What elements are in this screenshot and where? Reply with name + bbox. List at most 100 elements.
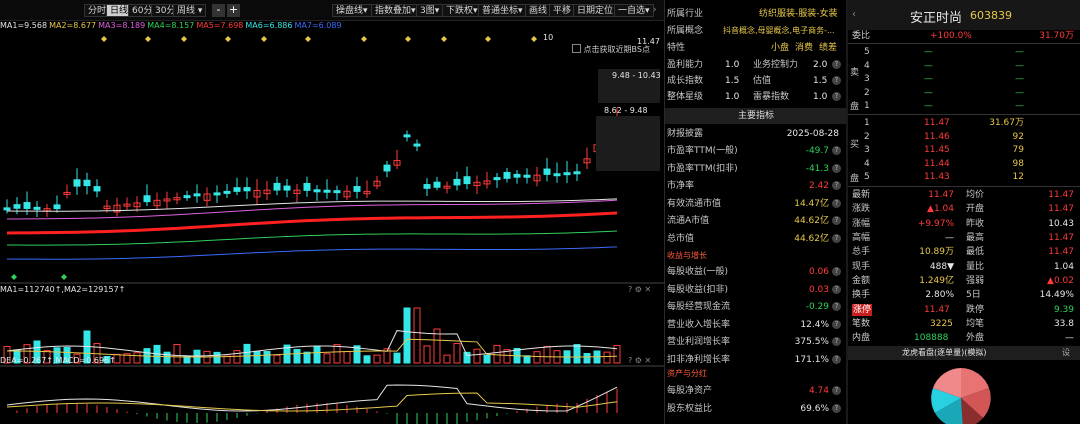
ma-legend-item: MA3=8.189: [98, 21, 146, 30]
candle-body: [423, 184, 431, 189]
volume-bar: [373, 354, 381, 364]
help-icon[interactable]: ?: [832, 302, 841, 312]
concept-value[interactable]: 抖音概念,母婴概念,电子商务-...: [723, 24, 835, 38]
signal-diamond: [531, 36, 537, 42]
tool-adjust-rights[interactable]: 下跌权▾: [442, 4, 482, 17]
candle-body: [523, 174, 531, 178]
main-metrics-header[interactable]: 主要指标: [665, 108, 847, 124]
orderbook-level[interactable]: 3 — —: [864, 72, 1076, 86]
tool-draw-line[interactable]: 画线: [525, 4, 552, 17]
metric-value: 69.6%: [800, 403, 829, 414]
kline-chart-area[interactable]: [0, 33, 664, 424]
tool-coordinate[interactable]: 普通坐标▾: [478, 4, 527, 17]
help-icon[interactable]: ?: [832, 60, 841, 69]
help-icon[interactable]: ?: [832, 337, 841, 347]
metric-row[interactable]: 扣非净利增长率 171.1%?: [667, 353, 845, 367]
help-icon[interactable]: ?: [832, 163, 841, 173]
orderbook-level[interactable]: 5 — —: [864, 45, 1076, 59]
tool-date-locate[interactable]: 日期定位: [573, 4, 618, 17]
period-tab-weekly[interactable]: 周线 ▾: [173, 4, 207, 17]
signal-diamond: [11, 274, 17, 280]
macd-pane-controls[interactable]: ? ⚙ ✕: [628, 356, 651, 365]
bs-hint[interactable]: 点击获取近期BS点: [572, 44, 650, 55]
orderbook-level[interactable]: 1 11.47 31.67万: [864, 116, 1076, 130]
orderbook-level[interactable]: 3 11.45 79: [864, 143, 1076, 157]
gear-icon[interactable]: ⚙: [635, 356, 642, 365]
metric-row[interactable]: 每股净资产 4.74?: [667, 384, 845, 398]
metric-label: 营业收入增长率: [667, 319, 731, 330]
tool-trader-line[interactable]: 操盘线▾: [332, 4, 372, 17]
zoom-out-button[interactable]: -: [212, 4, 225, 17]
score-value: 1.0: [813, 92, 828, 102]
help-icon[interactable]: ?: [832, 92, 841, 101]
stat-label: 最高: [966, 232, 985, 243]
chevron-left-icon[interactable]: ‹: [852, 9, 856, 20]
volume-bar: [223, 355, 231, 364]
report-label: 财报披露: [667, 129, 704, 139]
scroll-right-icon[interactable]: ›: [653, 5, 657, 15]
help-icon[interactable]: ?: [832, 76, 841, 85]
level-price: —: [924, 47, 933, 57]
stat-label: 总手: [852, 247, 871, 258]
dragon-settings[interactable]: 设: [1062, 347, 1070, 358]
limit-down-value: 9.39: [1053, 305, 1074, 315]
orderbook-level[interactable]: 1 — —: [864, 99, 1076, 113]
close-icon[interactable]: ✕: [645, 285, 652, 294]
help-icon[interactable]: ?: [832, 386, 841, 395]
help-icon[interactable]: ?: [832, 146, 841, 155]
metric-row[interactable]: 营业利润增长率 375.5%?: [667, 335, 845, 349]
close-icon[interactable]: ✕: [645, 356, 652, 365]
dragon-header[interactable]: 龙虎看盘(逐单量)(模拟) 设: [848, 346, 1080, 360]
volume-bar: [293, 348, 301, 364]
tool-three-charts[interactable]: 3图▾: [416, 4, 444, 17]
order-flow-pie: [931, 368, 991, 424]
help-icon[interactable]: ?: [832, 216, 841, 226]
metric-value: 44.62亿: [794, 216, 829, 227]
quote-header: ‹ 安正时尚 603839: [848, 0, 1080, 30]
volume-bar: [303, 351, 311, 364]
stat-value: 2.80%: [925, 290, 954, 301]
help-icon[interactable]: ?: [832, 267, 841, 276]
help-icon[interactable]: ?: [832, 355, 841, 364]
score-label: 整体星级: [667, 92, 704, 102]
metric-row[interactable]: 股东权益比 69.6%?: [667, 402, 845, 416]
volume-bar: [343, 351, 351, 364]
orderbook-level[interactable]: 4 11.44 98: [864, 157, 1076, 171]
metric-row[interactable]: 市净率 2.42?: [667, 179, 845, 193]
help-icon[interactable]: ?: [832, 234, 841, 243]
industry-value[interactable]: 纺织服装-服装-女装: [759, 7, 838, 21]
orderbook-level[interactable]: 5 11.43 12: [864, 170, 1076, 184]
metric-label: 市盈率TTM(一般): [667, 146, 738, 156]
volume-bar: [483, 354, 491, 364]
orderbook-level[interactable]: 4 — —: [864, 59, 1076, 73]
metric-row[interactable]: 每股收益(一般) 0.06?: [667, 265, 845, 279]
help-icon[interactable]: ?: [832, 284, 841, 294]
metric-label: 市净率: [667, 181, 695, 192]
gear-icon[interactable]: ⚙: [635, 285, 642, 294]
tool-pan[interactable]: 平移: [549, 4, 576, 17]
level-price: —: [924, 74, 933, 84]
metric-label: 每股收益(一般): [667, 267, 729, 277]
metric-row[interactable]: 营业收入增长率 12.4%?: [667, 318, 845, 332]
metric-row[interactable]: 市盈率TTM(一般) -49.7?: [667, 144, 845, 158]
metric-row[interactable]: 流通A市值 44.62亿?: [667, 214, 845, 228]
metric-row[interactable]: 市盈率TTM(扣非) -41.3?: [667, 162, 845, 176]
volume-bar: [263, 351, 271, 364]
zoom-in-button[interactable]: +: [227, 4, 240, 17]
metric-row[interactable]: 每股收益(扣非) 0.03?: [667, 283, 845, 297]
metric-row[interactable]: 总市值 44.62亿?: [667, 232, 845, 246]
help-icon[interactable]: ?: [832, 198, 841, 208]
volume-bar: [313, 346, 321, 364]
metric-row[interactable]: 有效流通市值 14.47亿?: [667, 197, 845, 211]
candle-body: [243, 187, 251, 192]
orderbook-level[interactable]: 2 — —: [864, 86, 1076, 100]
tool-index-overlay[interactable]: 指数叠加▾: [371, 4, 420, 17]
help-icon[interactable]: ?: [832, 181, 841, 191]
volume-pane-controls[interactable]: ? ⚙ ✕: [628, 285, 651, 294]
tool-watchlist[interactable]: 一自选▾: [614, 4, 654, 17]
help-icon[interactable]: ?: [832, 403, 841, 413]
help-icon[interactable]: ?: [832, 319, 841, 329]
orderbook-level[interactable]: 2 11.46 92: [864, 130, 1076, 144]
signal-diamond: [61, 274, 67, 280]
metric-row[interactable]: 每股经营现金流 -0.29?: [667, 300, 845, 314]
